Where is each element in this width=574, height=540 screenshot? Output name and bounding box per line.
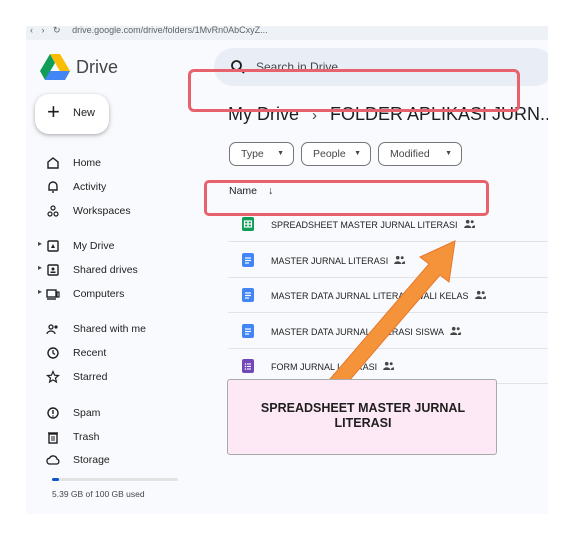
sidebar-item-label: Home <box>73 157 102 169</box>
file-name-text: MASTER DATA JURNAL LITERASI SISWA <box>271 326 445 337</box>
sidebar-item-computers[interactable]: ▸ Computers <box>26 284 211 304</box>
breadcrumb-highlight <box>188 69 520 112</box>
shared-drives-icon <box>46 263 60 277</box>
sidebar-item-home[interactable]: Home <box>26 153 211 173</box>
annotation-callout: SPREADSHEET MASTER JURNAL LITERASI <box>227 379 497 455</box>
file-name-text: SPREADSHEET MASTER JURNAL LITERASI <box>271 220 458 230</box>
storage-bar <box>52 478 178 481</box>
sidebar-item-label: Activity <box>73 181 107 193</box>
sidebar-item-label: Recent <box>73 347 107 359</box>
computers-icon <box>46 287 60 301</box>
new-button-label: New <box>73 107 96 119</box>
star-icon <box>45 369 61 384</box>
file-name: FORM JURNAL LITERASI <box>271 361 395 372</box>
chevron-down-icon: ▼ <box>445 150 452 157</box>
cloud-icon <box>46 453 60 467</box>
file-name-text: FORM JURNAL LITERASI <box>271 362 378 372</box>
shared-people-icon <box>450 326 461 337</box>
sidebar-item-label: Storage <box>73 454 110 466</box>
sidebar-item-trash[interactable]: Trash <box>26 427 211 447</box>
storage-used-text[interactable]: 5.39 GB of 100 GB used <box>52 489 145 499</box>
filter-modified[interactable]: Modified ▼ <box>378 142 462 166</box>
filter-type[interactable]: Type ▼ <box>229 142 294 166</box>
sidebar-item-spam[interactable]: Spam <box>26 403 211 423</box>
workspaces-icon <box>46 204 60 218</box>
drive-logo-icon[interactable] <box>40 54 70 80</box>
sidebar-item-label: Workspaces <box>73 205 131 217</box>
file-name: SPREADSHEET MASTER JURNAL LITERASI <box>271 219 475 230</box>
sidebar-item-shared-with-me[interactable]: Shared with me <box>26 319 211 339</box>
sidebar-item-storage[interactable]: Storage <box>26 450 211 470</box>
sidebar-item-label: Starred <box>73 371 108 383</box>
trash-icon <box>46 430 60 444</box>
docs-file-icon <box>242 288 254 302</box>
expand-caret-icon[interactable]: ▸ <box>38 239 42 248</box>
plus-icon: + <box>47 99 60 124</box>
my-drive-icon <box>46 239 60 253</box>
filter-people-label: People <box>313 148 346 160</box>
file-row[interactable]: MASTER DATA JURNAL LITERASI WALI KELAS <box>228 277 548 313</box>
bell-icon <box>46 180 60 194</box>
file-row-highlight <box>204 180 489 216</box>
sheets-file-icon <box>242 217 254 231</box>
file-name-text: MASTER DATA JURNAL LITERASI WALI KELAS <box>271 291 469 301</box>
filter-type-label: Type <box>241 148 264 160</box>
sidebar-item-label: Spam <box>73 407 101 419</box>
chevron-down-icon: ▼ <box>354 150 361 157</box>
file-name: MASTER DATA JURNAL LITERASI SISWA <box>271 326 461 337</box>
sidebar-item-label: Trash <box>73 431 100 443</box>
expand-caret-icon[interactable]: ▸ <box>38 287 42 296</box>
clock-icon <box>46 346 60 360</box>
file-name: MASTER DATA JURNAL LITERASI WALI KELAS <box>271 290 486 301</box>
file-name-text: MASTER JURNAL LITERASI <box>271 255 389 266</box>
url-text[interactable]: drive.google.com/drive/folders/1MvRn0AbC… <box>72 26 268 35</box>
sidebar-item-label: Shared drives <box>73 264 138 276</box>
filter-people[interactable]: People ▼ <box>301 142 371 166</box>
file-name: MASTER JURNAL LITERASI <box>271 255 406 266</box>
spam-icon <box>46 406 60 420</box>
filter-modified-label: Modified <box>390 148 430 160</box>
sidebar-item-label: Shared with me <box>73 323 146 335</box>
sidebar-item-recent[interactable]: Recent <box>26 343 211 363</box>
file-row[interactable]: MASTER JURNAL LITERASI <box>228 242 548 278</box>
callout-text: SPREADSHEET MASTER JURNAL LITERASI <box>260 401 466 430</box>
docs-file-icon <box>242 323 254 338</box>
chevron-down-icon: ▼ <box>277 150 284 157</box>
shared-people-icon <box>474 290 486 301</box>
expand-caret-icon[interactable]: ▸ <box>38 263 42 272</box>
browser-url-bar[interactable]: ‹ › ↻ drive.google.com/drive/folders/1Mv… <box>26 26 548 40</box>
sidebar-item-workspaces[interactable]: Workspaces <box>26 201 211 221</box>
app-name[interactable]: Drive <box>76 54 118 80</box>
sidebar-item-label: Computers <box>73 288 125 300</box>
storage-bar-fill <box>52 478 59 481</box>
people-icon <box>46 322 60 336</box>
browser-nav-icons[interactable]: ‹ › ↻ <box>30 26 64 35</box>
sidebar-item-label: My Drive <box>73 240 115 252</box>
sidebar-item-starred[interactable]: Starred <box>26 367 211 387</box>
shared-people-icon <box>394 255 406 266</box>
docs-file-icon <box>242 252 254 267</box>
forms-file-icon <box>242 359 254 373</box>
sidebar-item-shared-drives[interactable]: ▸ Shared drives <box>26 260 211 280</box>
shared-people-icon <box>463 219 475 230</box>
sidebar-item-my-drive[interactable]: ▸ My Drive <box>26 236 211 256</box>
shared-people-icon <box>383 361 395 372</box>
home-icon <box>46 156 60 170</box>
new-button[interactable]: + New <box>35 94 109 134</box>
file-row[interactable]: MASTER DATA JURNAL LITERASI SISWA <box>228 313 548 349</box>
sidebar-item-activity[interactable]: Activity <box>26 177 211 197</box>
